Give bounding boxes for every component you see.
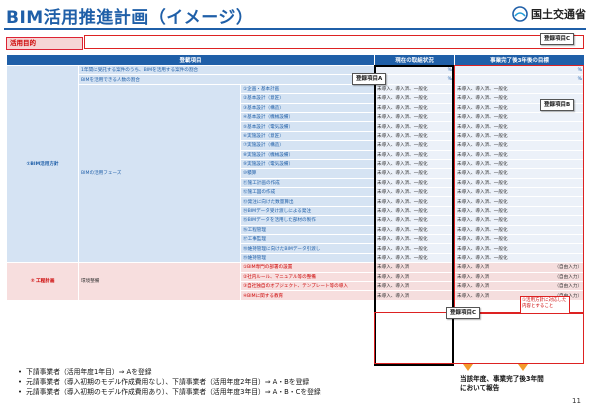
phase-item: ⑧実施設計（機械設備） <box>239 149 376 160</box>
phase-item: ③基本設計（構造） <box>239 102 376 113</box>
table-header-row: 登載項目 現在の取組状況 事業完了後3年後の目標 <box>5 54 586 66</box>
phase-item: ⑭BIMデータ受け渡しによる発注 <box>239 205 376 217</box>
mlit-logo-icon <box>512 6 528 22</box>
arrow-down-icon <box>463 364 473 371</box>
phase-item: ④基本設計（機械設備） <box>239 111 376 123</box>
callout-item-c-top: 登録項目C <box>540 33 575 45</box>
phase-item: ⑯工程管理 <box>239 224 376 236</box>
phase-item: ⑰工事監理 <box>239 234 376 245</box>
bullet-item: 元請事業者（導入初期のモデル作成費用なし）、下請事業者（活用年度2年目）⇒ A・… <box>18 377 321 387</box>
ministry-name: 国土交通省 <box>531 8 586 21</box>
subgroup-label: BIMの活用フェーズ <box>78 83 241 264</box>
page-number: 11 <box>572 397 581 405</box>
environment-item: ②社内ルール、マニュアル等の整備 <box>239 271 376 283</box>
phase-item: ⑪施工計画の作成 <box>239 177 376 189</box>
report-line-2: において報告 <box>460 384 500 392</box>
phase-item: ⑫施工図の作成 <box>239 187 376 198</box>
arrow-down-icon <box>518 364 528 371</box>
purpose-label: 活用目的 <box>6 37 83 50</box>
phase-item: ⑲維持管理 <box>239 252 376 264</box>
header-target: 事業完了後3年後の目標 <box>454 54 586 66</box>
bullet-item: 下請事業者（活用年度1年目）⇒ Aを登録 <box>18 367 321 377</box>
phase-item: ⑩積算 <box>239 168 376 179</box>
environment-item: ①BIM専門の部署の設置 <box>239 262 376 273</box>
policy-note: ①活用方針に対応した内容とすること <box>520 296 570 314</box>
bullet-item: 元請事業者（導入初期のモデル作成費用あり）、下請事業者（活用年度3年目）⇒ A・… <box>18 387 321 397</box>
bullet-list: 下請事業者（活用年度1年目）⇒ Aを登録 元請事業者（導入初期のモデル作成費用な… <box>18 367 321 397</box>
phase-item: ⑱維持管理に向けたBIMデータ引渡し <box>239 243 376 254</box>
highlight-box-c <box>374 312 584 364</box>
section-category: ①BIM活用方針 <box>6 64 79 264</box>
callout-item-b: 登録項目B <box>540 99 575 111</box>
row-label: 1年間に受託する案件のうち、BIMを活用する案件の割合 <box>77 64 376 76</box>
environment-item: ④BIMに関する教育 <box>239 290 376 301</box>
report-line-1: 当該年度、事業完了後3年間 <box>460 375 544 383</box>
title-divider <box>4 28 586 30</box>
phase-item: ⑥実施設計（意匠） <box>239 130 376 142</box>
phase-item: ⑬発注に向けた数量算出 <box>239 196 376 207</box>
environment-item: ③自社独自のオブジェクト、テンプレート等の導入 <box>239 280 376 292</box>
phase-item: ⑤基本設計（電気設備） <box>239 121 376 132</box>
header-current: 現在の取組状況 <box>374 54 456 66</box>
phase-item: ⑦実施設計（構造） <box>239 140 376 151</box>
callout-item-a: 登録項目A <box>352 73 387 85</box>
report-note: 当該年度、事業完了後3年間 において報告 <box>460 375 544 393</box>
ministry-logo: 国土交通省 <box>512 6 586 22</box>
row-label: BIMを活用できる人数の割合 <box>77 74 376 85</box>
subgroup-label: 環境整備 <box>78 262 241 301</box>
phase-item: ②基本設計（意匠） <box>239 93 376 104</box>
callout-item-c: 登録項目C <box>446 307 481 319</box>
section-category: ② 工程計画 <box>6 262 79 301</box>
phase-item: ⑨実施設計（電気設備） <box>239 158 376 170</box>
phase-item: ⑮BIMデータを活用した部材の製作 <box>239 215 376 226</box>
page-title: BIM活用推進計画（イメージ） <box>6 8 254 28</box>
purpose-input-box <box>84 35 584 49</box>
phase-item: ①企画・基本計画 <box>239 83 376 95</box>
header-item: 登載項目 <box>5 54 376 66</box>
